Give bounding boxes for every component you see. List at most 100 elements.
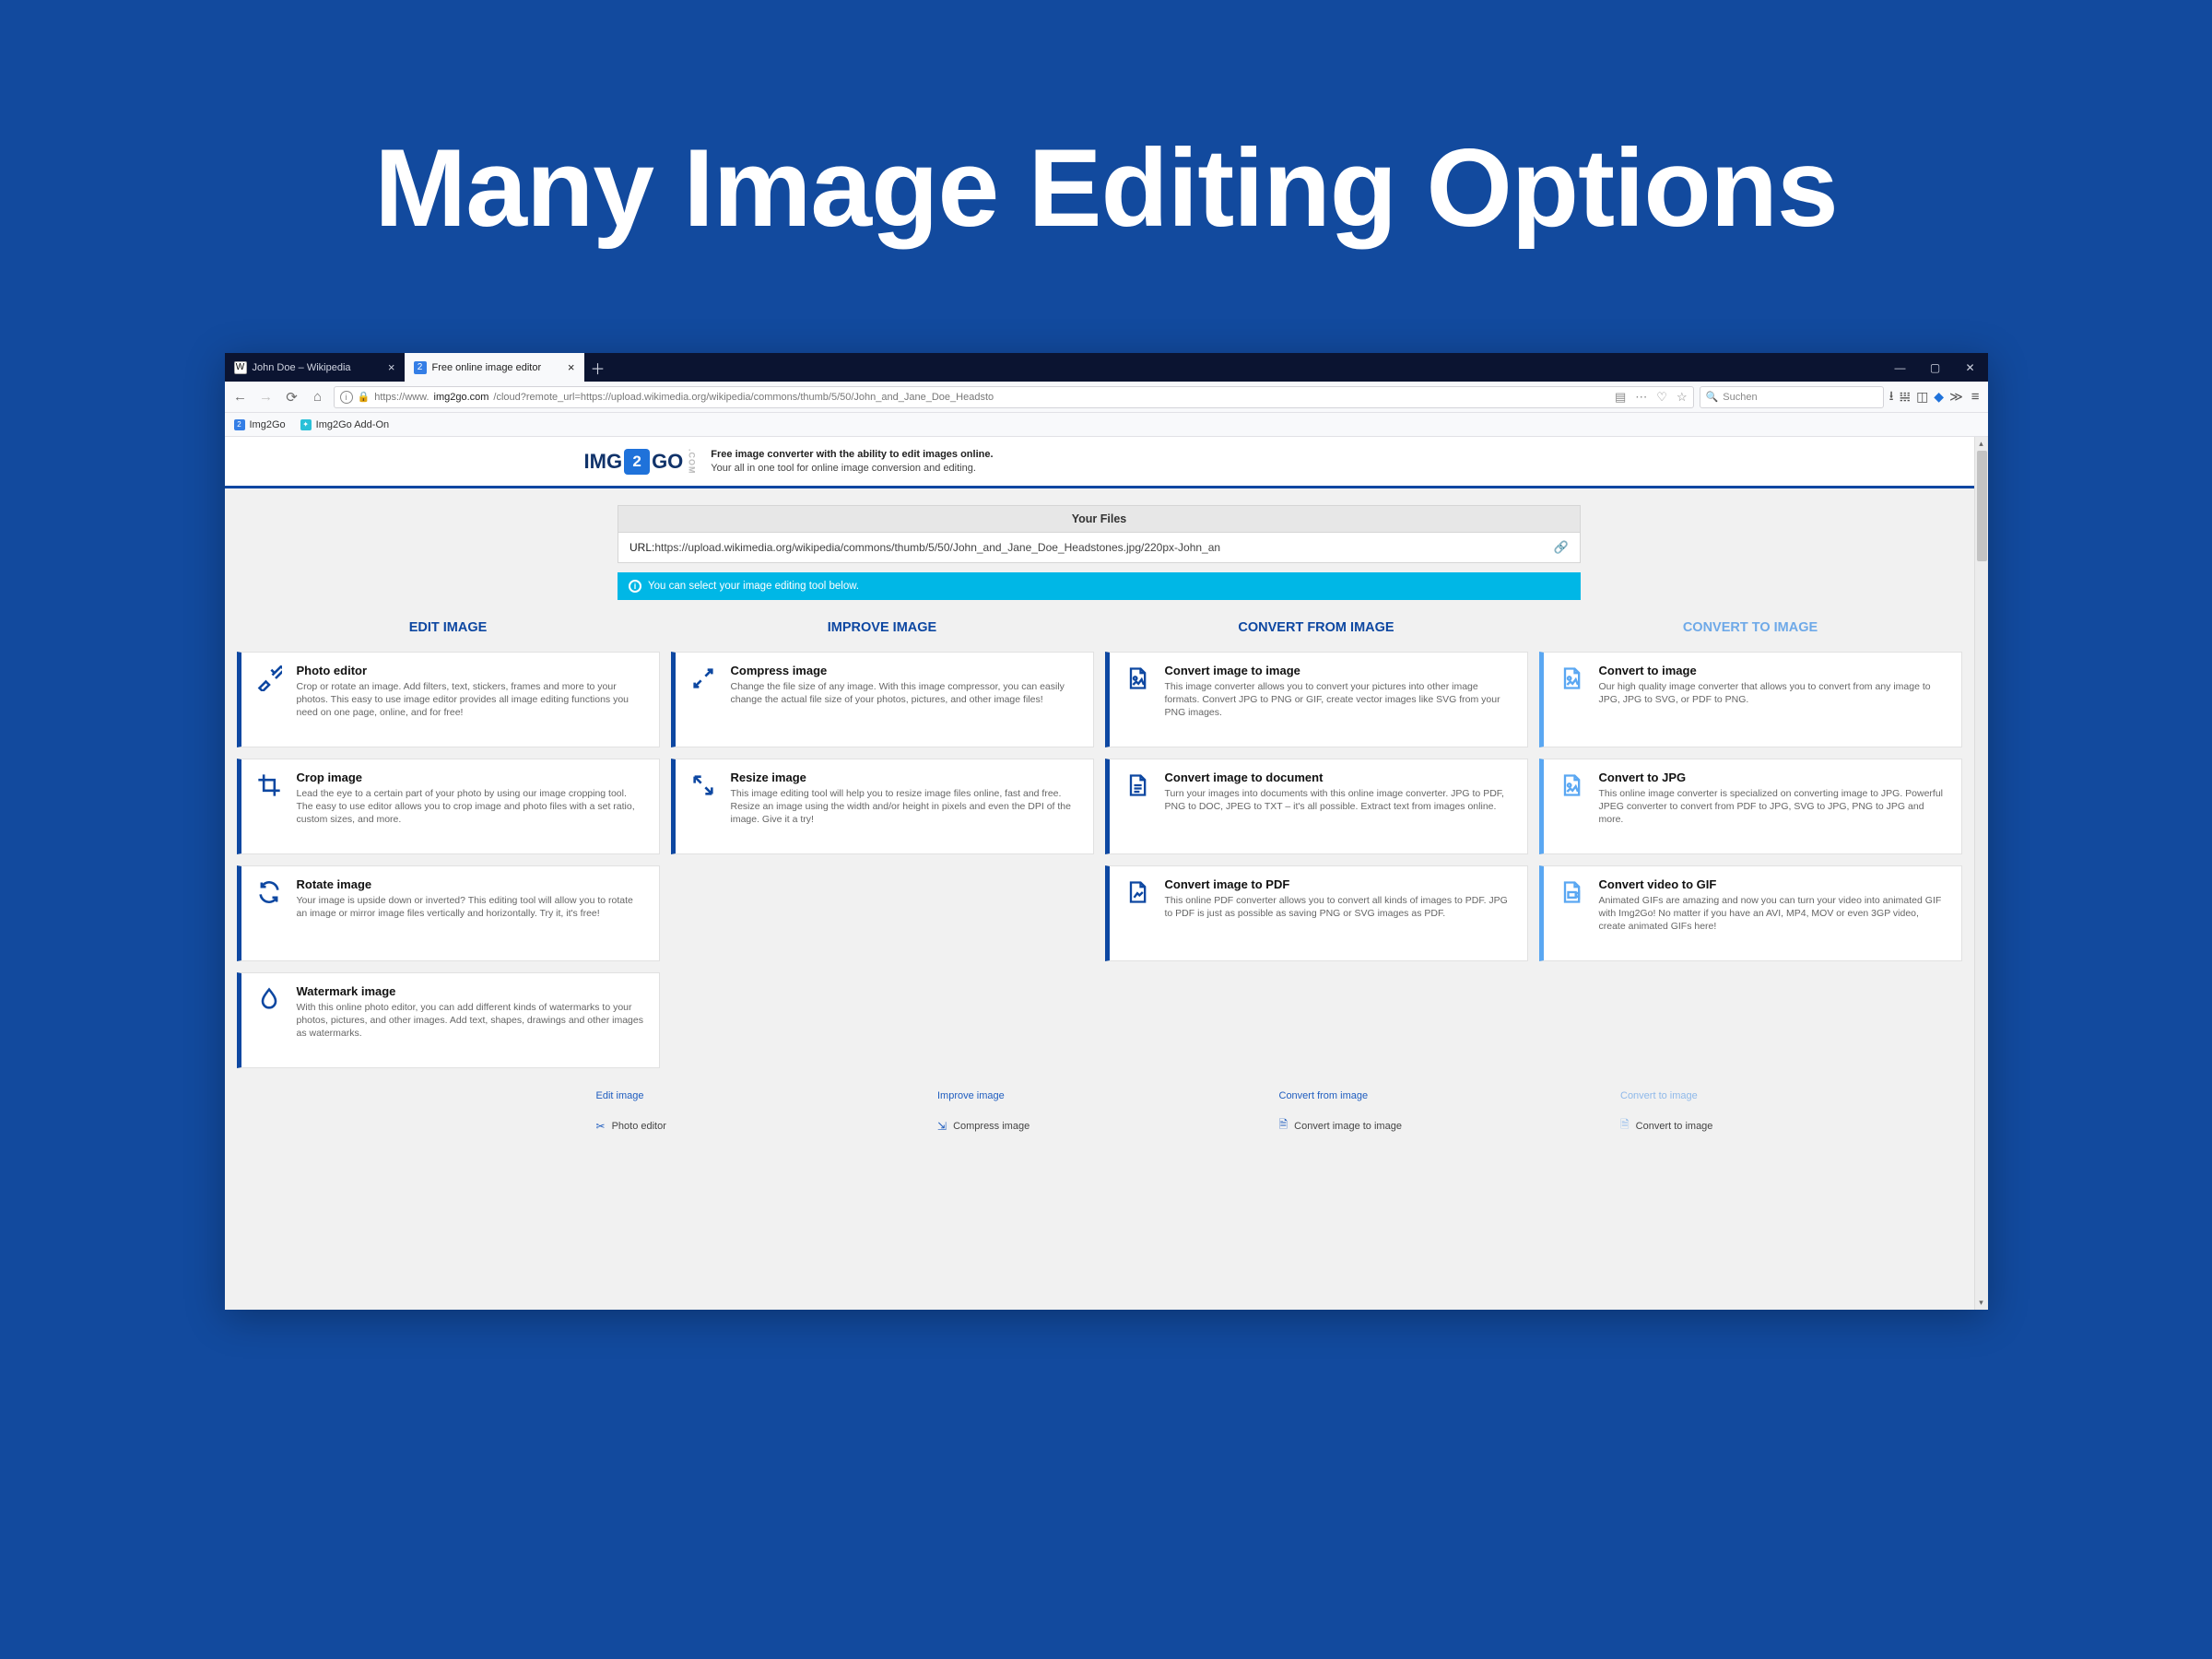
tool-card-video-to-gif[interactable]: Convert video to GIFAnimated GIFs are am… xyxy=(1539,865,1962,961)
file-image-icon xyxy=(1557,664,1586,734)
card-desc: Crop or rotate an image. Add filters, te… xyxy=(297,680,645,720)
notice-text: You can select your image editing tool b… xyxy=(648,581,859,592)
reload-button[interactable]: ⟳ xyxy=(282,387,302,407)
bookmark-label: Img2Go xyxy=(250,419,286,430)
url-label: URL: xyxy=(629,541,654,554)
addon-favicon-icon: ✦ xyxy=(300,419,312,430)
extension-icon[interactable]: ◆ xyxy=(1934,389,1944,405)
library-icon[interactable]: 𝍐 xyxy=(1900,389,1912,405)
tools-icon xyxy=(254,664,284,734)
download-icon[interactable]: ⭳ xyxy=(1889,386,1894,408)
footer-nav: Edit image Improve image Convert from im… xyxy=(228,1090,1971,1135)
more-icon[interactable]: ⋯ xyxy=(1635,390,1647,405)
card-title: Crop image xyxy=(297,771,645,784)
footer-link[interactable]: ⇲ Compress image xyxy=(937,1116,1279,1135)
link-icon[interactable]: 🔗 xyxy=(1554,540,1569,555)
rotate-icon xyxy=(254,877,284,947)
tool-card-convert-image-pdf[interactable]: Convert image to PDF This online PDF conv… xyxy=(1105,865,1528,961)
logo-suffix: .COM xyxy=(687,449,696,475)
file-doc-icon xyxy=(1123,771,1152,841)
resize-icon xyxy=(688,771,718,841)
lock-icon: 🔒 xyxy=(358,391,371,403)
forward-button[interactable]: → xyxy=(256,387,276,407)
column-heading: IMPROVE IMAGE xyxy=(671,620,1094,641)
site-header: IMG 2 GO .COM Free image converter with … xyxy=(225,437,1974,488)
tool-card-convert-to-jpg[interactable]: Convert to JPGThis online image converte… xyxy=(1539,759,1962,854)
tool-card-convert-image-image[interactable]: Convert image to image This image convert… xyxy=(1105,652,1528,747)
footer-heading[interactable]: Improve image xyxy=(937,1090,1279,1116)
bookmark-star-icon[interactable]: ☆ xyxy=(1677,390,1688,405)
footer-link-label: Compress image xyxy=(953,1121,1030,1132)
vertical-scrollbar[interactable]: ▴ ▾ xyxy=(1974,437,1988,1310)
pocket-icon[interactable]: ♡ xyxy=(1656,390,1667,405)
footer-link[interactable]: ✂Photo editor xyxy=(596,1116,938,1135)
footer-heading[interactable]: Convert from image xyxy=(1279,1090,1621,1116)
search-placeholder: Suchen xyxy=(1723,392,1757,403)
card-title: Convert to image xyxy=(1599,664,1947,677)
scroll-up-icon[interactable]: ▴ xyxy=(1975,437,1988,451)
footer-heading[interactable]: Convert to image xyxy=(1620,1090,1962,1116)
tool-card-rotate[interactable]: Rotate imageYour image is upside down or… xyxy=(237,865,660,961)
overflow-icon[interactable]: ≫ xyxy=(1949,389,1963,405)
scroll-thumb[interactable] xyxy=(1977,451,1987,561)
file-video-icon xyxy=(1557,877,1586,947)
minimize-button[interactable]: — xyxy=(1883,353,1918,382)
tab-label: Free online image editor xyxy=(432,362,542,373)
card-title: Convert image to image xyxy=(1165,664,1513,677)
search-bar[interactable]: 🔍 Suchen xyxy=(1700,386,1884,408)
img2go-favicon-icon: 2 xyxy=(234,419,245,430)
tool-card-resize[interactable]: Resize imageThis image editing tool will… xyxy=(671,759,1094,854)
card-desc: This online PDF converter allows you to … xyxy=(1165,894,1513,920)
footer-link[interactable]: 🗎Convert to image xyxy=(1620,1116,1962,1135)
tagline-sub: Your all in one tool for online image co… xyxy=(711,463,976,474)
menu-button[interactable]: ≡ xyxy=(1969,389,1983,405)
card-title: Convert to JPG xyxy=(1599,771,1947,784)
card-title: Convert image to PDF xyxy=(1165,877,1513,891)
card-desc: With this online photo editor, you can a… xyxy=(297,1001,645,1041)
maximize-button[interactable]: ▢ xyxy=(1918,353,1953,382)
footer-heading[interactable]: Edit image xyxy=(596,1090,938,1116)
tool-card-watermark[interactable]: Watermark imageWith this online photo ed… xyxy=(237,972,660,1068)
empty-cell xyxy=(1539,972,1962,1068)
tool-grid: EDIT IMAGE IMPROVE IMAGE CONVERT FROM IM… xyxy=(228,620,1971,1068)
sidebar-icon[interactable]: ◫ xyxy=(1916,389,1928,405)
hero-title: Many Image Editing Options xyxy=(0,0,2212,353)
back-button[interactable]: ← xyxy=(230,387,251,407)
close-button[interactable]: ✕ xyxy=(1953,353,1988,382)
empty-cell xyxy=(671,865,1094,961)
window-controls: — ▢ ✕ xyxy=(1883,353,1988,382)
tool-card-crop[interactable]: Crop imageLead the eye to a certain part… xyxy=(237,759,660,854)
file-icon: 🗎 xyxy=(1279,1116,1288,1135)
close-icon[interactable]: × xyxy=(388,360,395,374)
tool-card-photo-editor[interactable]: Photo editorCrop or rotate an image. Add… xyxy=(237,652,660,747)
bookmark-item[interactable]: 2 Img2Go xyxy=(234,419,286,430)
new-tab-button[interactable]: ＋ xyxy=(584,353,612,382)
tool-card-compress[interactable]: Compress imageChange the file size of an… xyxy=(671,652,1094,747)
close-icon[interactable]: × xyxy=(568,360,575,374)
site-tagline: Free image converter with the ability to… xyxy=(711,448,993,476)
tab-strip: W John Doe – Wikipedia × 2 Free online i… xyxy=(225,353,1988,382)
footer-link[interactable]: 🗎 Convert image to image xyxy=(1279,1116,1621,1135)
reader-icon[interactable]: ▤ xyxy=(1615,390,1626,405)
empty-cell xyxy=(1105,972,1528,1068)
crop-icon xyxy=(254,771,284,841)
site-logo[interactable]: IMG 2 GO .COM xyxy=(584,449,697,475)
footer-link-label: Convert image to image xyxy=(1294,1121,1402,1132)
tool-card-convert-to-image[interactable]: Convert to imageOur high quality image c… xyxy=(1539,652,1962,747)
tab-inactive[interactable]: W John Doe – Wikipedia × xyxy=(225,353,405,382)
card-desc: This image converter allows you to conve… xyxy=(1165,680,1513,720)
tab-active[interactable]: 2 Free online image editor × xyxy=(405,353,584,382)
card-title: Rotate image xyxy=(297,877,645,891)
toolbar-icons: ⭳ 𝍐 ◫ ◆ ≫ xyxy=(1889,386,1963,408)
url-prefix: https://www. xyxy=(374,392,429,403)
tool-card-convert-image-doc[interactable]: Convert image to documentTurn your image… xyxy=(1105,759,1528,854)
wikipedia-favicon-icon: W xyxy=(234,361,247,374)
url-path: /cloud?remote_url=https://upload.wikimed… xyxy=(493,392,994,403)
compress-icon: ⇲ xyxy=(937,1120,947,1133)
url-bar[interactable]: i 🔒 https://www.img2go.com/cloud?remote_… xyxy=(334,386,1694,408)
site-info-icon[interactable]: i xyxy=(340,391,353,404)
bookmark-item[interactable]: ✦ Img2Go Add-On xyxy=(300,419,390,430)
card-desc: This image editing tool will help you to… xyxy=(731,787,1079,827)
scroll-down-icon[interactable]: ▾ xyxy=(1975,1296,1988,1310)
home-button[interactable]: ⌂ xyxy=(308,387,328,407)
